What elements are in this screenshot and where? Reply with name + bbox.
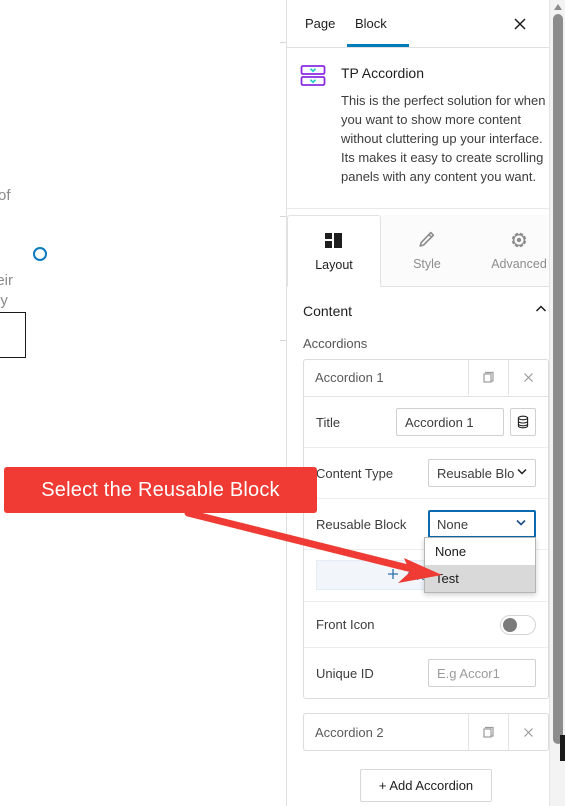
close-icon (524, 727, 533, 737)
reusable-block-value: None (437, 516, 469, 532)
tab-advanced-label: Advanced (491, 257, 547, 271)
annotation-callout-text: Select the Reusable Block (41, 478, 280, 501)
gear-icon (509, 230, 529, 250)
sidebar-scrollbar[interactable] (549, 0, 565, 806)
block-description: This is the perfect solution for when yo… (341, 93, 546, 184)
front-icon-label: Front Icon (316, 617, 375, 632)
close-icon (514, 18, 526, 30)
tab-style[interactable]: Style (381, 215, 473, 286)
tab-page[interactable]: Page (297, 0, 343, 47)
dropdown-option-test[interactable]: Test (425, 565, 535, 592)
duplicate-accordion-1-button[interactable] (468, 360, 508, 395)
scrollbar-thumb[interactable] (553, 14, 563, 744)
sidebar-tabbar: Page Block (287, 0, 565, 48)
tab-block[interactable]: Block (347, 0, 395, 47)
annotation-callout: Select the Reusable Block (4, 467, 317, 513)
duplicate-icon (483, 726, 494, 738)
content-type-select[interactable]: Reusable Blo (428, 459, 536, 487)
canvas-text-fragment-2: heir (0, 272, 14, 289)
chevron-down-icon (514, 516, 528, 533)
reusable-block-label: Reusable Block (316, 516, 407, 532)
title-input[interactable] (396, 408, 504, 436)
plus-icon (386, 567, 400, 584)
add-accordion-row: + Add Accordion (303, 765, 549, 802)
accordions-group-label: Accordions (303, 336, 368, 351)
toggle-knob (503, 617, 517, 632)
close-icon (524, 373, 533, 382)
scrollbar-marker (560, 735, 565, 761)
chevron-up-icon (533, 301, 549, 320)
field-row-unique-id: Unique ID (304, 648, 548, 698)
accordion-2-header: Accordion 2 (304, 714, 548, 750)
block-settings-tabs: Layout Style Advanced (287, 215, 565, 287)
database-icon (517, 415, 529, 429)
front-icon-toggle[interactable] (500, 614, 536, 635)
duplicate-accordion-2-button[interactable] (468, 714, 508, 750)
canvas-text-fragment-3: by (0, 292, 8, 309)
field-row-front-icon: Front Icon (304, 602, 548, 648)
unique-id-label: Unique ID (316, 665, 374, 681)
block-title: TP Accordion (341, 65, 425, 81)
chevron-up-icon (554, 3, 562, 10)
unique-id-input[interactable] (428, 659, 536, 687)
layout-icon (324, 231, 344, 251)
tab-layout[interactable]: Layout (287, 215, 381, 287)
duplicate-icon (483, 371, 494, 383)
scroll-up-button[interactable] (550, 0, 565, 13)
content-type-value: Reusable Blo (437, 465, 515, 481)
remove-accordion-2-button[interactable] (508, 714, 548, 750)
title-dynamic-data-button[interactable] (510, 408, 536, 436)
reusable-block-select[interactable]: None (428, 510, 536, 538)
canvas-outlined-box (0, 312, 26, 358)
reusable-block-dropdown-list[interactable]: None Test (424, 537, 536, 593)
chevron-down-icon (515, 465, 529, 482)
content-type-label: Content Type (316, 465, 394, 481)
accordion-item-2: Accordion 2 (303, 713, 549, 751)
pencil-icon (417, 230, 437, 250)
field-row-title: Title (304, 397, 548, 448)
content-section-title: Content (303, 302, 353, 319)
accordion-2-name[interactable]: Accordion 2 (304, 714, 468, 750)
title-field-label: Title (316, 414, 341, 430)
accordion-item-1: Accordion 1 Title Accordion 1 Content Ty… (303, 359, 549, 699)
tab-layout-label: Layout (315, 257, 353, 272)
accordion-icon (300, 63, 326, 89)
canvas-text-fragment-1: of (0, 187, 11, 204)
screen-root: of heir by Page Block (0, 0, 565, 806)
content-section-header[interactable]: Content (287, 287, 565, 330)
block-settings-sidebar: Page Block TP Accordion This is the perf (286, 0, 565, 806)
accordion-1-name[interactable]: Accordion 1 (304, 360, 468, 395)
close-sidebar-button[interactable] (505, 9, 535, 39)
remove-accordion-1-button[interactable] (508, 360, 548, 395)
field-row-content-type: Content Type Reusable Blo (304, 448, 548, 499)
block-info-section: TP Accordion This is the perfect solutio… (287, 48, 565, 209)
tab-style-label: Style (413, 257, 441, 271)
blue-circle-marker (33, 247, 47, 261)
editor-canvas: of heir by (0, 0, 286, 806)
active-tab-indicator (347, 44, 409, 47)
accordion-1-header: Accordion 1 (304, 360, 548, 396)
add-accordion-button[interactable]: + Add Accordion (359, 769, 493, 802)
dropdown-option-none[interactable]: None (425, 538, 535, 565)
